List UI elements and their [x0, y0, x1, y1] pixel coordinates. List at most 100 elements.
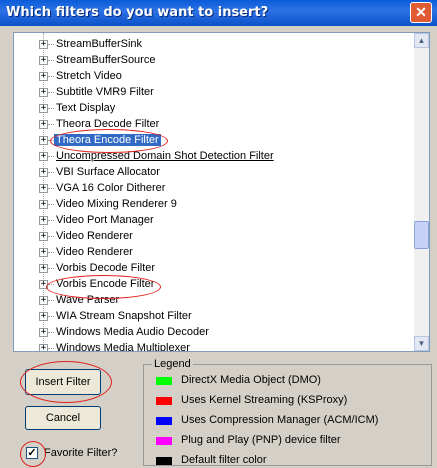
tree-branch-line — [48, 108, 54, 109]
favorite-label: Favorite Filter? — [44, 447, 118, 459]
tree-branch-line — [48, 44, 54, 45]
filter-label: Wave Parser — [56, 294, 120, 306]
expand-icon[interactable]: + — [39, 216, 48, 225]
expand-icon[interactable]: + — [39, 168, 48, 177]
expand-icon[interactable]: + — [39, 152, 48, 161]
expand-icon[interactable]: + — [39, 200, 48, 209]
filter-row[interactable]: + Video Port Manager — [14, 213, 414, 229]
filter-row[interactable]: + StreamBufferSource — [14, 53, 414, 69]
tree-branch-line — [48, 172, 54, 173]
expand-icon[interactable]: + — [39, 296, 48, 305]
tree-branch-line — [48, 332, 54, 333]
filter-row[interactable]: + WIA Stream Snapshot Filter — [14, 309, 414, 325]
tree-branch-line — [48, 156, 54, 157]
legend-swatch — [156, 437, 172, 445]
legend-swatch — [156, 457, 172, 465]
filter-label: Text Display — [56, 102, 116, 114]
close-icon: ✕ — [415, 4, 427, 20]
filter-label: Video Port Manager — [56, 214, 154, 226]
legend-swatch — [156, 397, 172, 405]
expand-icon[interactable]: + — [39, 136, 48, 145]
tree-branch-line — [48, 124, 54, 125]
filter-label: WIA Stream Snapshot Filter — [56, 310, 192, 322]
expand-icon[interactable]: + — [39, 280, 48, 289]
window-title: Which filters do you want to insert? — [6, 5, 269, 20]
expand-icon[interactable]: + — [39, 104, 48, 113]
expand-icon[interactable]: + — [39, 56, 48, 65]
legend-label: DirectX Media Object (DMO) — [181, 374, 321, 386]
expand-icon[interactable]: + — [39, 120, 48, 129]
filter-row[interactable]: + VGA 16 Color Ditherer — [14, 181, 414, 197]
filter-label: StreamBufferSink — [56, 38, 143, 50]
expand-icon[interactable]: + — [39, 232, 48, 241]
filter-label: Subtitle VMR9 Filter — [56, 86, 154, 98]
expand-icon[interactable]: + — [39, 344, 48, 351]
expand-icon[interactable]: + — [39, 248, 48, 257]
cancel-button[interactable]: Cancel — [25, 406, 101, 430]
scroll-thumb[interactable] — [414, 221, 429, 249]
filter-row[interactable]: + Uncompressed Domain Shot Detection Filt… — [14, 149, 414, 165]
filter-row[interactable]: + Vorbis Encode Filter — [14, 277, 414, 293]
filter-row[interactable]: + VBI Surface Allocator — [14, 165, 414, 181]
filter-label: Vorbis Encode Filter — [56, 278, 155, 290]
tree-branch-line — [48, 252, 54, 253]
expand-icon[interactable]: + — [39, 312, 48, 321]
expand-icon[interactable]: + — [39, 88, 48, 97]
filter-row[interactable]: + StreamBufferSink — [14, 37, 414, 53]
expand-icon[interactable]: + — [39, 40, 48, 49]
tree-branch-line — [48, 268, 54, 269]
expand-icon[interactable]: + — [39, 328, 48, 337]
filter-label: Theora Encode Filter — [54, 134, 161, 146]
close-button[interactable]: ✕ — [410, 2, 432, 23]
legend-title: Legend — [152, 358, 193, 370]
filter-row[interactable]: + Windows Media Audio Decoder — [14, 325, 414, 341]
favorite-checkbox[interactable]: ✓ — [26, 447, 38, 459]
legend-swatch — [156, 377, 172, 385]
arrow-up-icon: ▲ — [417, 36, 426, 45]
filter-label: VBI Surface Allocator — [56, 166, 160, 178]
scroll-up-button[interactable]: ▲ — [414, 33, 429, 48]
filter-label: Windows Media Audio Decoder — [56, 326, 209, 338]
filter-label: Vorbis Decode Filter — [56, 262, 156, 274]
filter-row[interactable]: + Theora Encode Filter — [14, 133, 414, 149]
filter-row[interactable]: + Stretch Video — [14, 69, 414, 85]
filter-tree[interactable]: + StreamBufferSink + StreamBufferSource + Str… — [13, 32, 430, 352]
tree-branch-line — [48, 348, 54, 349]
tree-branch-line — [48, 236, 54, 237]
tree-branch-line — [48, 300, 54, 301]
tree-branch-line — [48, 284, 54, 285]
scroll-down-button[interactable]: ▼ — [414, 336, 429, 351]
filter-row[interactable]: + Text Display — [14, 101, 414, 117]
legend-label: Uses Compression Manager (ACM/ICM) — [181, 414, 379, 426]
filter-label: Video Renderer — [56, 230, 133, 242]
filter-label: VGA 16 Color Ditherer — [56, 182, 166, 194]
title-bar: Which filters do you want to insert? ✕ — [0, 0, 437, 26]
tree-branch-line — [48, 92, 54, 93]
filter-row[interactable]: + Video Renderer — [14, 245, 414, 261]
filter-label: Video Mixing Renderer 9 — [56, 198, 177, 210]
tree-branch-line — [48, 76, 54, 77]
vertical-scrollbar[interactable]: ▲ ▼ — [414, 33, 429, 351]
legend-label: Uses Kernel Streaming (KSProxy) — [181, 394, 348, 406]
filter-row[interactable]: + Subtitle VMR9 Filter — [14, 85, 414, 101]
filter-row[interactable]: + Wave Parser — [14, 293, 414, 309]
tree-branch-line — [48, 204, 54, 205]
filter-row[interactable]: + Windows Media Multiplexer — [14, 341, 414, 351]
tree-branch-line — [48, 220, 54, 221]
filter-row[interactable]: + Video Mixing Renderer 9 — [14, 197, 414, 213]
tree-branch-line — [48, 60, 54, 61]
expand-icon[interactable]: + — [39, 264, 48, 273]
legend-swatch — [156, 417, 172, 425]
filter-row[interactable]: + Vorbis Decode Filter — [14, 261, 414, 277]
expand-icon[interactable]: + — [39, 184, 48, 193]
filter-label: Theora Decode Filter — [56, 118, 160, 130]
checkmark-icon: ✓ — [27, 447, 37, 459]
filter-row[interactable]: + Video Renderer — [14, 229, 414, 245]
filter-label: Video Renderer — [56, 246, 133, 258]
arrow-down-icon: ▼ — [417, 339, 426, 348]
insert-filter-button[interactable]: Insert Filter — [25, 369, 101, 395]
filter-row[interactable]: + Theora Decode Filter — [14, 117, 414, 133]
tree-branch-line — [48, 188, 54, 189]
legend-label: Default filter color — [181, 454, 267, 466]
expand-icon[interactable]: + — [39, 72, 48, 81]
